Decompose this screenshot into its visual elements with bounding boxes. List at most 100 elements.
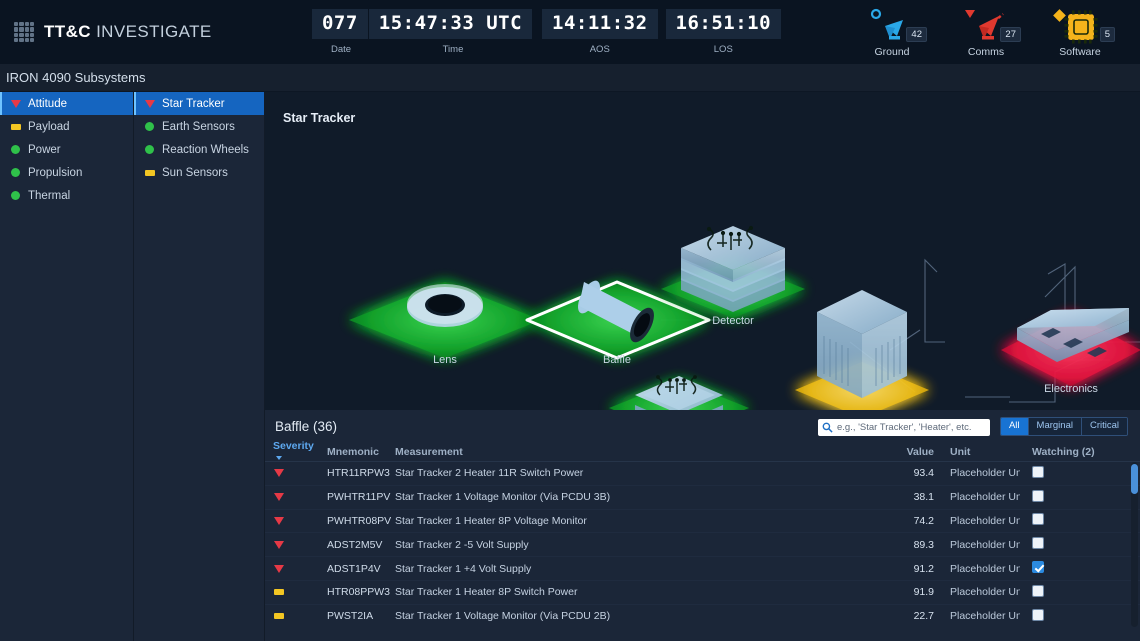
row-unit: Placeholder Unit (950, 610, 1020, 623)
breadcrumb: IRON 4090 Subsystems (6, 70, 146, 85)
sidebar-item-earth-sensors[interactable]: Earth Sensors (134, 115, 264, 138)
severity-marginal-icon (10, 123, 21, 130)
diagram-node-thermo-electric-cooler[interactable]: Thermo-Electric Cooler (795, 290, 929, 410)
severity-nominal-icon (10, 145, 21, 154)
severity-critical-icon (273, 540, 284, 549)
clock-group-los: 16:51:10 LOS (665, 9, 782, 55)
row-watching (1020, 561, 1140, 576)
table-body: HTR11RPW3 Star Tracker 2 Heater 11R Swit… (265, 462, 1140, 627)
column-header-value[interactable]: Value (880, 446, 938, 458)
table-row[interactable]: PWHTR08PV Star Tracker 1 Heater 8P Volta… (265, 510, 1140, 534)
watch-checkbox[interactable] (1032, 608, 1044, 621)
status-indicator-group: 42 Ground 27 Comms 5 Software (856, 6, 1140, 58)
status-software-count: 5 (1099, 27, 1115, 42)
table-row[interactable]: PWHTR11PV Star Tracker 1 Voltage Monitor… (265, 486, 1140, 510)
row-value: 89.3 (913, 538, 934, 551)
diagram-node-lens[interactable]: Lens (349, 282, 541, 366)
watch-checkbox[interactable] (1032, 489, 1044, 502)
grid-dots-icon (14, 22, 34, 42)
watch-checkbox[interactable] (1032, 513, 1044, 526)
row-measurement: Star Tracker 1 Voltage Monitor (Via PCDU… (395, 610, 611, 623)
row-unit: Placeholder Unit (950, 562, 1020, 575)
row-value: 93.4 (913, 467, 934, 480)
filter-critical[interactable]: Critical (1081, 418, 1127, 435)
table-scrollbar-thumb[interactable] (1131, 464, 1138, 494)
search-input[interactable] (817, 419, 990, 436)
row-value: 91.2 (913, 562, 934, 575)
watch-checkbox[interactable] (1032, 537, 1044, 550)
row-mnemonic: PWHTR11PV (327, 491, 391, 504)
status-software[interactable]: 5 Software (1044, 6, 1116, 58)
software-chip-icon: 5 (1047, 6, 1115, 46)
row-measurement: Star Tracker 1 +4 Volt Supply (395, 562, 532, 575)
diagram-node-label-electronics: Electronics (1044, 383, 1098, 395)
column-header-severity[interactable]: Severity (265, 440, 323, 464)
row-severity (265, 469, 323, 478)
table-row[interactable]: ADST1P4V Star Tracker 1 +4 Volt Supply 9… (265, 557, 1140, 581)
clock-label-time: Time (442, 44, 464, 55)
row-unit: Placeholder Unit (950, 586, 1020, 599)
severity-nominal-icon (144, 122, 155, 131)
status-ground-label: Ground (874, 46, 910, 58)
panel-toolbar: All Marginal Critical (817, 417, 1128, 436)
sidebar-item-reaction-wheels[interactable]: Reaction Wheels (134, 138, 264, 161)
ground-antenna-icon: 42 (859, 6, 927, 46)
sidebar-item-propulsion[interactable]: Propulsion (0, 161, 133, 184)
table-row[interactable]: PWST2IA Star Tracker 1 Voltage Monitor (… (265, 605, 1140, 627)
clock-label-date: Date (330, 44, 352, 55)
row-unit: Placeholder Unit (950, 538, 1020, 551)
diagram-node-detection-module[interactable]: Detection Module (609, 375, 749, 410)
sidebar-item-label: Star Tracker (162, 97, 225, 110)
severity-critical-icon (10, 99, 21, 108)
severity-marginal-icon (144, 169, 155, 176)
table-row[interactable]: HTR08PPW3 Star Tracker 1 Heater 8P Switc… (265, 581, 1140, 605)
sidebar-item-label: Power (28, 143, 61, 156)
row-mnemonic: ADST1P4V (327, 562, 381, 575)
severity-critical-icon (273, 564, 284, 573)
sidebar-item-payload[interactable]: Payload (0, 115, 133, 138)
sidebar-item-star-tracker[interactable]: Star Tracker (134, 92, 264, 115)
severity-nominal-icon (144, 145, 155, 154)
row-value: 74.2 (913, 514, 934, 527)
table-row[interactable]: ADST2M5V Star Tracker 2 -5 Volt Supply 8… (265, 533, 1140, 558)
column-header-unit[interactable]: Unit (938, 446, 1020, 458)
sidebar-item-label: Sun Sensors (162, 166, 228, 179)
watch-checkbox[interactable] (1032, 561, 1044, 574)
row-severity (265, 493, 323, 502)
table-scrollbar[interactable] (1131, 462, 1138, 627)
sidebar-item-thermal[interactable]: Thermal (0, 184, 133, 207)
row-watching (1020, 513, 1140, 528)
row-severity (265, 589, 323, 596)
filter-marginal[interactable]: Marginal (1028, 418, 1082, 435)
diagram-canvas: Lens Baffle Detector Electronics (349, 225, 1140, 410)
row-mnemonic: HTR08PPW3 (327, 586, 391, 599)
filter-all[interactable]: All (1000, 418, 1029, 435)
severity-nominal-icon (10, 191, 21, 200)
table-row[interactable]: HTR11RPW3 Star Tracker 2 Heater 11R Swit… (265, 462, 1140, 486)
diagram-node-label-detector: Detector (712, 315, 754, 327)
row-value: 91.9 (913, 586, 934, 599)
diagram-node-electronics[interactable]: Electronics (1001, 308, 1140, 395)
clock-label-los: LOS (713, 44, 733, 55)
sidebar-item-label: Attitude (28, 97, 67, 110)
status-comms[interactable]: 27 Comms (950, 6, 1022, 58)
status-ground[interactable]: 42 Ground (856, 6, 928, 58)
sidebar-item-power[interactable]: Power (0, 138, 133, 161)
row-severity (265, 516, 323, 525)
watch-checkbox[interactable] (1032, 465, 1044, 478)
status-ground-count: 42 (906, 27, 927, 42)
diagram-node-label-baffle: Baffle (603, 354, 631, 366)
column-header-watching[interactable]: Watching (2) (1020, 446, 1140, 458)
watch-checkbox[interactable] (1032, 584, 1044, 597)
row-severity (265, 613, 323, 620)
column-header-measurement[interactable]: Measurement (391, 446, 880, 458)
sidebar-secondary: Star Tracker Earth Sensors Reaction Whee… (134, 92, 265, 641)
column-header-mnemonic[interactable]: Mnemonic (323, 446, 391, 458)
sidebar-item-attitude[interactable]: Attitude (0, 92, 133, 115)
row-value: 38.1 (913, 491, 934, 504)
app-root: TT&C INVESTIGATE 077 15:47:33 UTC Date T… (0, 0, 1140, 641)
sidebar-item-sun-sensors[interactable]: Sun Sensors (134, 161, 264, 184)
diagram-node-label-lens: Lens (433, 354, 457, 366)
severity-marginal-icon (273, 613, 284, 620)
clock-value-aos: 14:11:32 (542, 9, 658, 39)
